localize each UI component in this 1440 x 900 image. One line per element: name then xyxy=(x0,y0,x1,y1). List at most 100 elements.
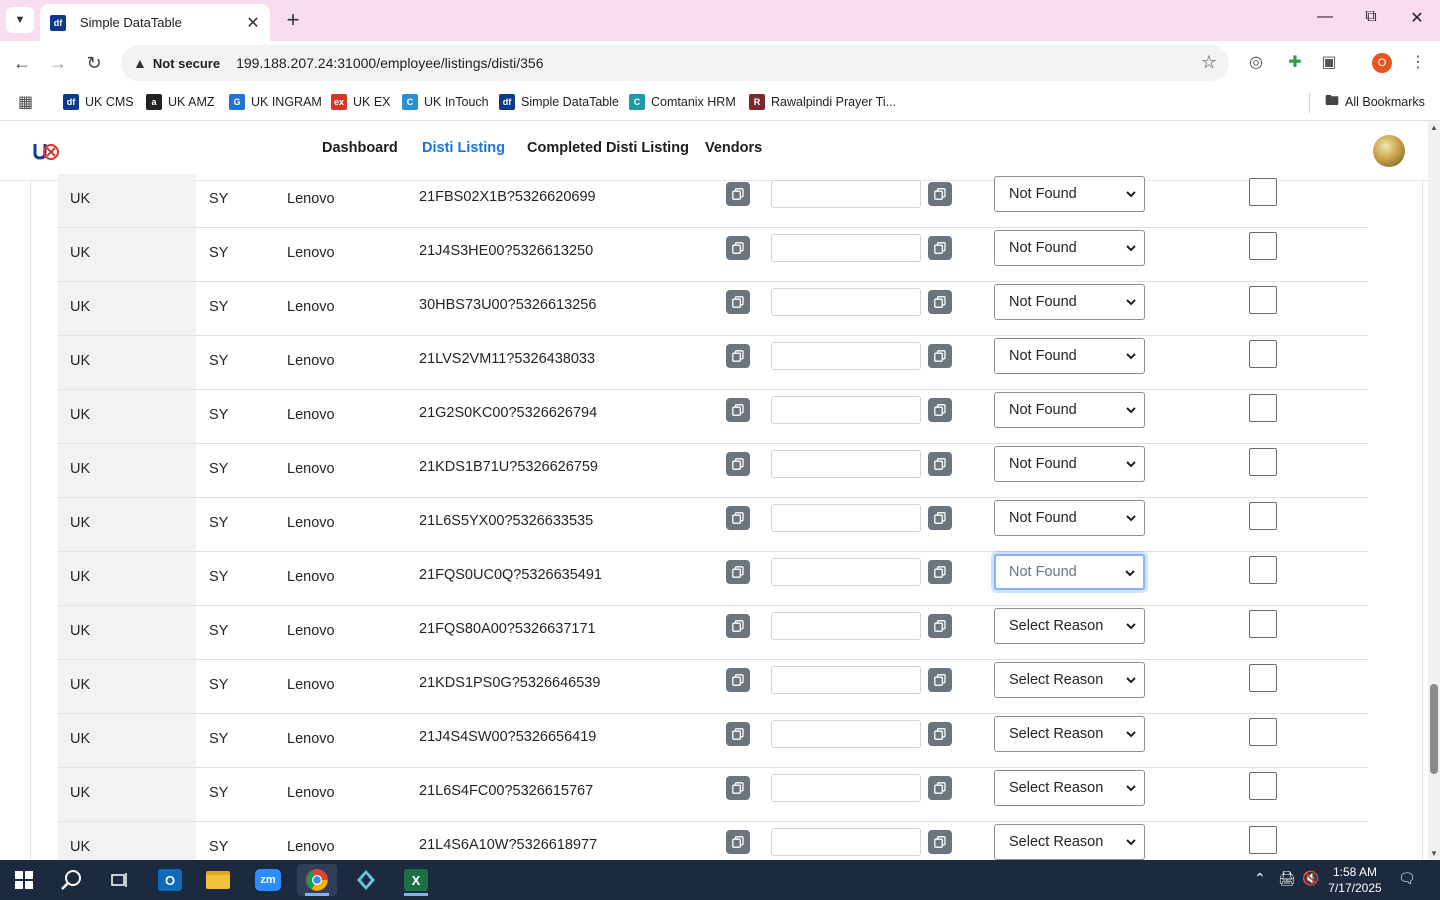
copy-sku-button[interactable] xyxy=(726,506,750,530)
copy-input-button[interactable] xyxy=(928,830,952,854)
row-text-input[interactable] xyxy=(771,396,921,424)
row-text-input[interactable] xyxy=(771,612,921,640)
network-icon[interactable]: 🖨 xyxy=(1278,870,1296,887)
row-checkbox[interactable] xyxy=(1249,556,1277,584)
row-text-input[interactable] xyxy=(771,234,921,262)
bookmark-item[interactable]: C Comtanix HRM xyxy=(629,92,736,112)
back-arrow-icon[interactable]: ← xyxy=(10,51,34,75)
row-text-input[interactable] xyxy=(771,180,921,208)
warning-triangle-icon[interactable]: ▲ xyxy=(133,55,147,71)
task-view-icon[interactable] xyxy=(100,864,140,896)
tab-close-icon[interactable]: ✕ xyxy=(244,13,262,33)
translate-globe-icon[interactable]: ◎ xyxy=(1245,52,1267,74)
row-text-input[interactable] xyxy=(771,774,921,802)
nav-dashboard[interactable]: Dashboard xyxy=(322,140,398,156)
copy-sku-button[interactable] xyxy=(726,344,750,368)
copy-sku-button[interactable] xyxy=(726,182,750,206)
tab-search-chevron-icon[interactable]: ▼ xyxy=(6,7,34,33)
apps-grid-icon[interactable]: ▦ xyxy=(18,92,33,112)
nav-disti-listing[interactable]: Disti Listing xyxy=(422,140,505,156)
copy-sku-button[interactable] xyxy=(726,830,750,854)
extensions-puzzle-icon[interactable]: ▣ xyxy=(1318,52,1340,74)
bookmark-item[interactable]: ex UK EX xyxy=(331,92,391,112)
not-secure-label[interactable]: Not secure xyxy=(153,56,220,71)
reason-select[interactable]: Not Found xyxy=(994,446,1145,482)
copy-input-button[interactable] xyxy=(928,506,952,530)
bookmark-item[interactable]: R Rawalpindi Prayer Ti... xyxy=(749,92,896,112)
address-bar[interactable]: ▲ Not secure 199.188.207.24:31000/employ… xyxy=(121,45,1229,81)
row-checkbox[interactable] xyxy=(1249,502,1277,530)
reason-select[interactable]: Not Found xyxy=(994,230,1145,266)
reason-select[interactable]: Not Found xyxy=(994,284,1145,320)
all-bookmarks-button[interactable]: 🖿 All Bookmarks xyxy=(1325,92,1425,112)
copy-sku-button[interactable] xyxy=(726,452,750,476)
row-checkbox[interactable] xyxy=(1249,394,1277,422)
row-text-input[interactable] xyxy=(771,828,921,856)
copy-input-button[interactable] xyxy=(928,776,952,800)
row-checkbox[interactable] xyxy=(1249,772,1277,800)
user-avatar[interactable] xyxy=(1373,135,1405,167)
copy-input-button[interactable] xyxy=(928,722,952,746)
reload-icon[interactable]: ↻ xyxy=(82,51,106,75)
copy-sku-button[interactable] xyxy=(726,722,750,746)
copy-sku-button[interactable] xyxy=(726,560,750,584)
row-checkbox[interactable] xyxy=(1249,232,1277,260)
copy-sku-button[interactable] xyxy=(726,236,750,260)
restore-icon[interactable]: ⧉ xyxy=(1357,8,1385,26)
copy-input-button[interactable] xyxy=(928,236,952,260)
copy-input-button[interactable] xyxy=(928,344,952,368)
copy-input-button[interactable] xyxy=(928,452,952,476)
reason-select[interactable]: Not Found xyxy=(994,176,1145,212)
app-icon[interactable] xyxy=(346,864,386,896)
row-checkbox[interactable] xyxy=(1249,178,1277,206)
row-text-input[interactable] xyxy=(771,666,921,694)
url-text[interactable]: 199.188.207.24:31000/employee/listings/d… xyxy=(236,55,543,71)
volume-muted-icon[interactable]: 🔇 xyxy=(1302,870,1319,887)
nav-completed-disti-listing[interactable]: Completed Disti Listing xyxy=(527,140,689,156)
copy-input-button[interactable] xyxy=(928,560,952,584)
chrome-icon[interactable] xyxy=(297,864,337,896)
copy-input-button[interactable] xyxy=(928,290,952,314)
copy-sku-button[interactable] xyxy=(726,290,750,314)
copy-sku-button[interactable] xyxy=(726,668,750,692)
copy-input-button[interactable] xyxy=(928,614,952,638)
extension-puzzle-green-icon[interactable]: ✚ xyxy=(1284,52,1306,74)
row-checkbox[interactable] xyxy=(1249,340,1277,368)
bookmark-item[interactable]: df UK CMS xyxy=(63,92,134,112)
reason-select[interactable]: Select Reason xyxy=(994,716,1145,752)
file-explorer-icon[interactable] xyxy=(198,864,238,896)
row-checkbox[interactable] xyxy=(1249,826,1277,854)
reason-select[interactable]: Not Found xyxy=(994,338,1145,374)
scroll-down-arrow-icon[interactable]: ▼ xyxy=(1430,849,1438,858)
row-checkbox[interactable] xyxy=(1249,448,1277,476)
bookmark-star-icon[interactable]: ☆ xyxy=(1201,52,1217,73)
reason-select[interactable]: Not Found xyxy=(994,392,1145,428)
minimize-icon[interactable]: — xyxy=(1311,8,1339,26)
row-checkbox[interactable] xyxy=(1249,664,1277,692)
copy-sku-button[interactable] xyxy=(726,776,750,800)
copy-sku-button[interactable] xyxy=(726,398,750,422)
copy-input-button[interactable] xyxy=(928,668,952,692)
row-text-input[interactable] xyxy=(771,504,921,532)
row-checkbox[interactable] xyxy=(1249,286,1277,314)
window-close-icon[interactable]: ✕ xyxy=(1403,8,1431,28)
reason-select[interactable]: Not Found xyxy=(994,500,1145,536)
scrollbar-thumb[interactable] xyxy=(1430,684,1438,774)
start-icon[interactable] xyxy=(4,864,44,896)
page-scrollbar[interactable]: ▲ ▼ xyxy=(1428,121,1440,860)
row-text-input[interactable] xyxy=(771,342,921,370)
new-tab-plus-icon[interactable]: + xyxy=(282,8,304,32)
zoom-icon[interactable]: zm xyxy=(248,864,288,896)
reason-select[interactable]: Select Reason xyxy=(994,608,1145,644)
scroll-up-arrow-icon[interactable]: ▲ xyxy=(1430,123,1438,132)
bookmark-item[interactable]: G UK INGRAM xyxy=(229,92,322,112)
reason-select[interactable]: Not Found xyxy=(994,554,1145,590)
row-checkbox[interactable] xyxy=(1249,718,1277,746)
search-icon[interactable] xyxy=(52,864,92,896)
row-checkbox[interactable] xyxy=(1249,610,1277,638)
row-text-input[interactable] xyxy=(771,558,921,586)
tray-chevron-up-icon[interactable]: ⌃ xyxy=(1254,870,1266,887)
excel-icon[interactable]: X xyxy=(396,864,436,896)
bookmark-item[interactable]: a UK AMZ xyxy=(146,92,215,112)
copy-sku-button[interactable] xyxy=(726,614,750,638)
